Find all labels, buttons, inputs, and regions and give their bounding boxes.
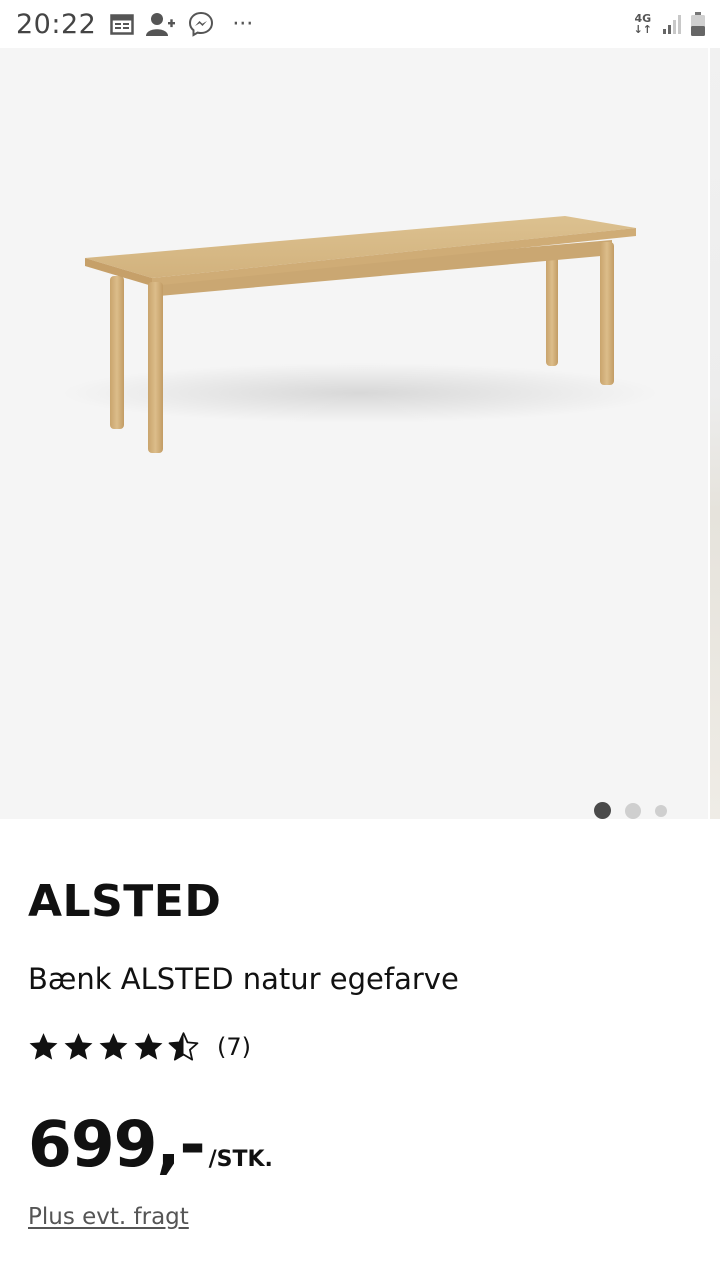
price: 699,- <box>28 1108 206 1181</box>
star-full-icon <box>99 1033 128 1060</box>
star-full-icon <box>64 1033 93 1060</box>
signal-icon <box>663 15 681 34</box>
review-count[interactable]: (7) <box>217 1033 251 1061</box>
product-image-gallery[interactable] <box>0 48 708 819</box>
add-contact-icon <box>146 13 176 36</box>
gallery-dot-3[interactable] <box>655 804 667 817</box>
price-unit: /STK. <box>208 1147 273 1172</box>
status-time: 20:22 <box>16 8 97 40</box>
notification-icons: ··· <box>110 11 253 37</box>
star-full-icon <box>134 1033 163 1060</box>
gallery-pagination <box>594 802 667 819</box>
more-notifications-icon: ··· <box>232 11 254 37</box>
messenger-icon <box>189 11 214 37</box>
rating-stars <box>28 1032 199 1062</box>
gallery-divider <box>708 48 710 819</box>
shipping-info-link[interactable]: Plus evt. fragt <box>28 1204 189 1230</box>
product-image <box>60 216 660 453</box>
network-4g-icon: 4G ↓↑ <box>633 12 652 36</box>
calendar-icon <box>110 14 135 35</box>
product-description: Bænk ALSTED natur egefarve <box>28 962 459 996</box>
battery-icon <box>691 12 705 36</box>
star-half-icon <box>168 1032 199 1061</box>
star-full-icon <box>29 1033 58 1060</box>
status-bar: 20:22 ··· 4G ↓↑ <box>0 0 720 48</box>
gallery-dot-2[interactable] <box>625 802 641 819</box>
gallery-dot-1[interactable] <box>594 802 611 819</box>
system-icons: 4G ↓↑ <box>634 11 706 37</box>
product-name: ALSTED <box>28 876 222 927</box>
price-row: 699,- /STK. <box>28 1108 273 1181</box>
rating-row[interactable]: (7) <box>28 1032 251 1062</box>
